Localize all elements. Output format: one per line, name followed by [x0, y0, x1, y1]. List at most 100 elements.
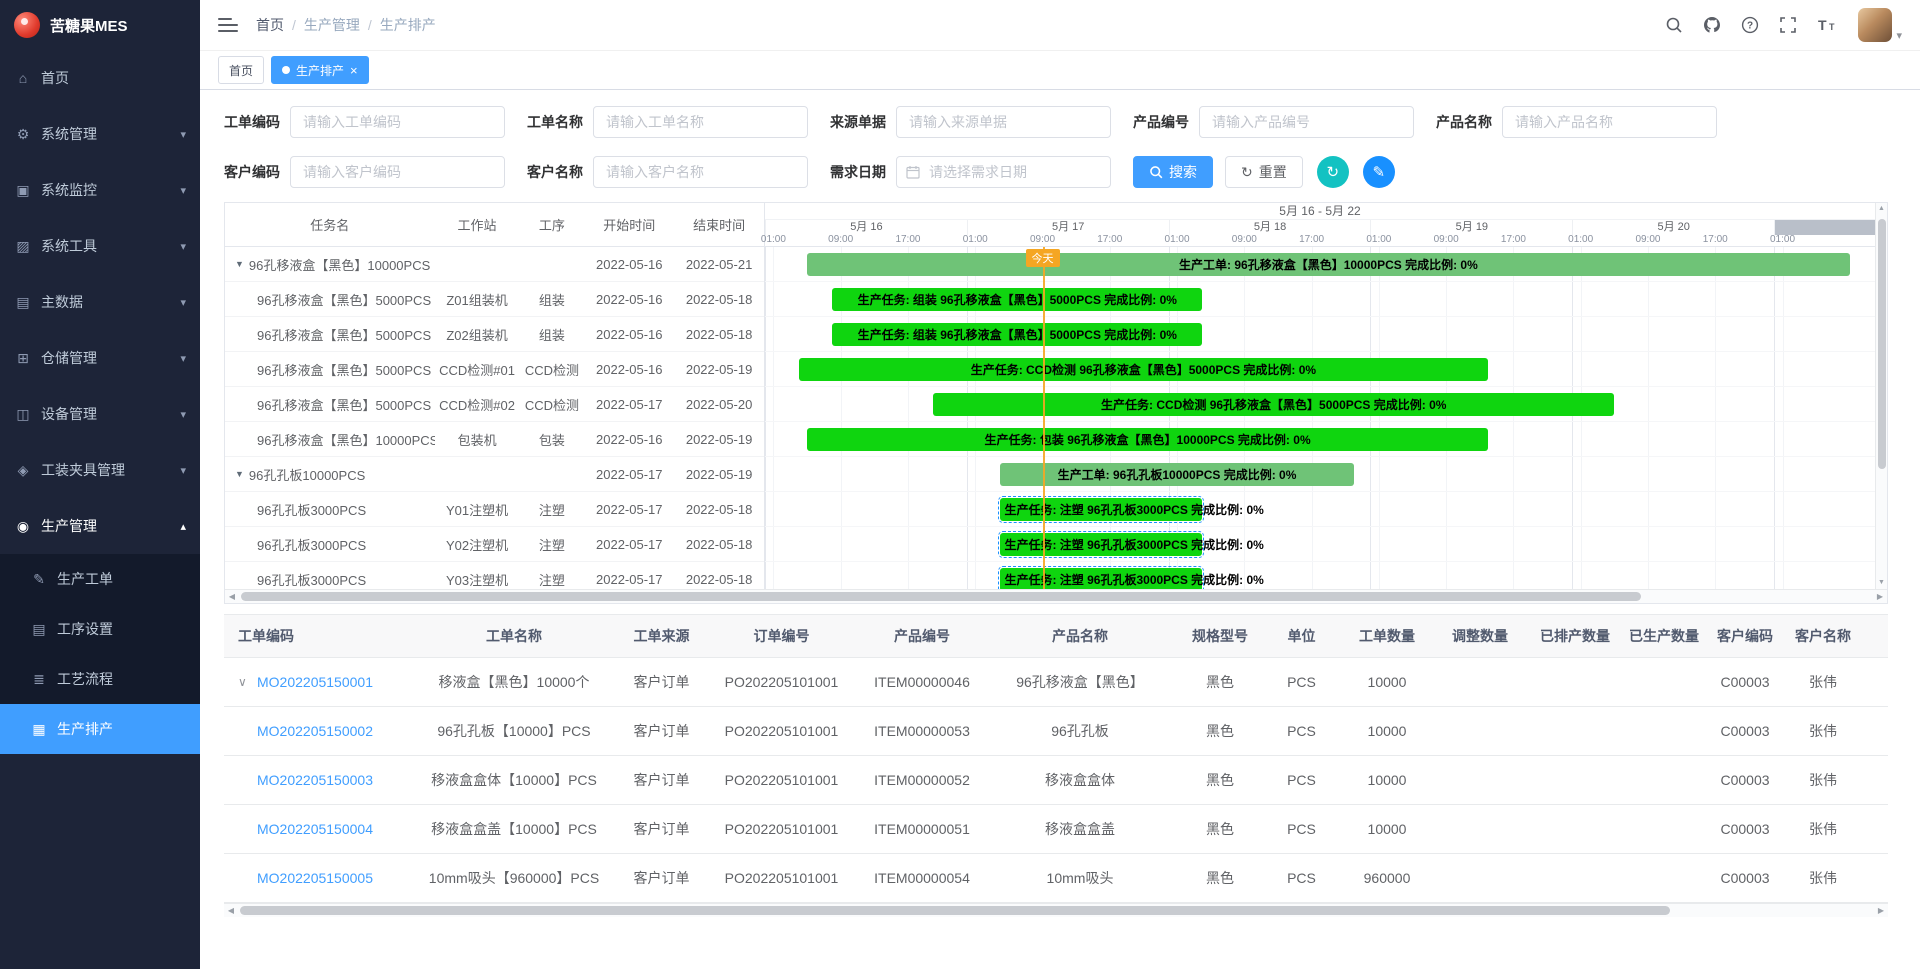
- gantt-task-row[interactable]: ▼96孔移液盒【黑色】10000PCS2022-05-162022-05-21: [225, 247, 764, 282]
- workstation-cell: Y01注塑机: [435, 500, 520, 519]
- sidebar-item-production-work-order[interactable]: ✎生产工单: [0, 554, 200, 604]
- sidebar-item-equipment-management[interactable]: ◫设备管理▾: [0, 386, 200, 442]
- sidebar-item-master-data[interactable]: ▤主数据▾: [0, 274, 200, 330]
- scroll-thumb[interactable]: [241, 592, 1641, 601]
- text-input-source-document[interactable]: [896, 106, 1111, 138]
- orders-horizontal-scrollbar[interactable]: ◀ ▶: [224, 903, 1888, 917]
- user-menu[interactable]: ▾: [1858, 8, 1902, 42]
- sidebar-item-process-flow[interactable]: ≣工艺流程: [0, 654, 200, 704]
- orders-cell: C00003: [1707, 853, 1783, 902]
- table-row[interactable]: MO20220515000296孔孔板【10000】PCS客户订单PO20220…: [224, 706, 1888, 755]
- scroll-right-arrow[interactable]: ▶: [1874, 904, 1888, 918]
- filter-label-customer-name: 客户名称: [527, 162, 583, 182]
- date-input-demand-date[interactable]: [896, 156, 1111, 188]
- orders-column-header: 产品编号: [864, 615, 980, 657]
- sidebar-item-warehouse-management[interactable]: ⊞仓储管理▾: [0, 330, 200, 386]
- scroll-down-arrow[interactable]: ▼: [1876, 577, 1887, 589]
- gantt-bar[interactable]: 生产任务: 注塑 96孔孔板3000PCS 完成比例: 0%: [1000, 498, 1202, 521]
- table-row[interactable]: ∨MO202205150001移液盒【黑色】10000个客户订单PO202205…: [224, 657, 1888, 706]
- sidebar-subitem-label: 生产工单: [57, 569, 186, 589]
- caret-down-icon[interactable]: ∨: [238, 675, 250, 689]
- sidebar-item-label: 首页: [41, 68, 186, 88]
- tab-首页[interactable]: 首页: [218, 56, 264, 84]
- gantt-task-row[interactable]: 96孔孔板3000PCSY03注塑机注塑2022-05-172022-05-18: [225, 562, 764, 589]
- avatar[interactable]: [1858, 8, 1892, 42]
- gantt-bar[interactable]: 生产任务: 包装 96孔移液盒【黑色】10000PCS 完成比例: 0%: [807, 428, 1488, 451]
- text-input-customer-name[interactable]: [593, 156, 808, 188]
- chevron-down-icon: ▾: [180, 352, 186, 365]
- work-order-link[interactable]: MO202205150004: [257, 821, 373, 837]
- scroll-thumb[interactable]: [1878, 219, 1886, 469]
- breadcrumb-item[interactable]: 生产管理: [304, 15, 360, 35]
- scroll-up-arrow[interactable]: ▲: [1876, 203, 1887, 215]
- gantt-vertical-scrollbar[interactable]: ▲ ▼: [1875, 203, 1887, 589]
- work-order-link[interactable]: MO202205150003: [257, 772, 373, 788]
- gantt-bar[interactable]: 生产任务: CCD检测 96孔移液盒【黑色】5000PCS 完成比例: 0%: [933, 393, 1614, 416]
- refresh-circle-button[interactable]: ↻: [1317, 156, 1349, 188]
- gantt-row-band: [765, 562, 1875, 589]
- work-order-link[interactable]: MO202205150002: [257, 723, 373, 739]
- edit-circle-button[interactable]: ✎: [1363, 156, 1395, 188]
- help-icon[interactable]: ?: [1741, 16, 1759, 34]
- gantt-task-row[interactable]: 96孔移液盒【黑色】10000PCS包装机包装2022-05-162022-05…: [225, 422, 764, 457]
- tab-生产排产[interactable]: 生产排产×: [271, 56, 369, 84]
- gantt-task-row[interactable]: 96孔移液盒【黑色】5000PCSCCD检测#01CCD检测2022-05-16…: [225, 352, 764, 387]
- sidebar-item-system-tools[interactable]: ▨系统工具▾: [0, 218, 200, 274]
- caret-down-icon[interactable]: ▼: [235, 469, 244, 479]
- breadcrumb-item[interactable]: 首页: [256, 15, 284, 35]
- scroll-left-arrow[interactable]: ◀: [224, 904, 238, 918]
- gantt-bar[interactable]: 生产任务: 注塑 96孔孔板3000PCS 完成比例: 0%: [1000, 568, 1202, 589]
- text-input-product-name[interactable]: [1502, 106, 1717, 138]
- sidebar-item-system-management[interactable]: ⚙系统管理▾: [0, 106, 200, 162]
- table-row[interactable]: MO20220515000510mm吸头【960000】PCS客户订单PO202…: [224, 853, 1888, 902]
- gantt-task-row[interactable]: 96孔孔板3000PCSY01注塑机注塑2022-05-172022-05-18: [225, 492, 764, 527]
- text-input-work-order-code[interactable]: [290, 106, 505, 138]
- github-icon[interactable]: [1703, 16, 1721, 34]
- sidebar-item-system-monitor[interactable]: ▣系统监控▾: [0, 162, 200, 218]
- work-order-code-cell: MO202205150003: [224, 755, 404, 804]
- gantt-bar[interactable]: 生产任务: 注塑 96孔孔板3000PCS 完成比例: 0%: [1000, 533, 1202, 556]
- sidebar-item-fixture-management[interactable]: ◈工装夹具管理▾: [0, 442, 200, 498]
- fullscreen-icon[interactable]: [1779, 16, 1797, 34]
- gantt-task-row[interactable]: 96孔移液盒【黑色】5000PCSCCD检测#02CCD检测2022-05-17…: [225, 387, 764, 422]
- gantt-task-row[interactable]: 96孔孔板3000PCSY02注塑机注塑2022-05-172022-05-18: [225, 527, 764, 562]
- sidebar-item-production-management[interactable]: ◉生产管理▴: [0, 498, 200, 554]
- text-input-product-code[interactable]: [1199, 106, 1414, 138]
- app-logo[interactable]: 苦糖果MES: [0, 0, 200, 50]
- text-input-work-order-name[interactable]: [593, 106, 808, 138]
- table-row[interactable]: MO202205150003移液盒盒体【10000】PCS客户订单PO20220…: [224, 755, 1888, 804]
- sidebar-item-home[interactable]: ⌂首页: [0, 50, 200, 106]
- scroll-left-arrow[interactable]: ◀: [225, 590, 239, 604]
- work-order-link[interactable]: MO202205150005: [257, 870, 373, 886]
- search-icon[interactable]: [1665, 16, 1683, 34]
- sidebar-item-production-scheduling[interactable]: ▦生产排产: [0, 704, 200, 754]
- chevron-down-icon: ▾: [180, 184, 186, 197]
- gantt-bar[interactable]: 生产工单: 96孔移液盒【黑色】10000PCS 完成比例: 0%: [807, 253, 1850, 276]
- workstation-cell: CCD检测#01: [435, 360, 520, 379]
- text-input-customer-code[interactable]: [290, 156, 505, 188]
- caret-down-icon[interactable]: ▼: [235, 259, 244, 269]
- gantt-bar[interactable]: 生产任务: 组装 96孔移液盒【黑色】5000PCS 完成比例: 0%: [832, 323, 1202, 346]
- sidebar-item-process-settings[interactable]: ▤工序设置: [0, 604, 200, 654]
- scroll-thumb[interactable]: [240, 906, 1670, 915]
- orders-cell: 黑色: [1180, 706, 1260, 755]
- gantt-bar[interactable]: 生产任务: CCD检测 96孔移液盒【黑色】5000PCS 完成比例: 0%: [799, 358, 1489, 381]
- orders-column-header: 工单数量: [1343, 615, 1431, 657]
- work-order-link[interactable]: MO202205150001: [257, 674, 373, 690]
- table-row[interactable]: MO202205150004移液盒盒盖【10000】PCS客户订单PO20220…: [224, 804, 1888, 853]
- gantt-task-row[interactable]: ▼96孔孔板10000PCS2022-05-172022-05-19: [225, 457, 764, 492]
- gantt-bar[interactable]: 生产任务: 组装 96孔移液盒【黑色】5000PCS 完成比例: 0%: [832, 288, 1202, 311]
- today-line: [1043, 247, 1045, 589]
- filter-row-1: 工单编码工单名称来源单据产品编号产品名称: [224, 106, 1896, 138]
- search-button[interactable]: 搜索: [1133, 156, 1213, 188]
- gantt-bar[interactable]: 生产工单: 96孔孔板10000PCS 完成比例: 0%: [1000, 463, 1353, 486]
- font-size-icon[interactable]: TT: [1817, 16, 1838, 34]
- reset-button[interactable]: ↻ 重置: [1225, 156, 1303, 188]
- sidebar-toggle-button[interactable]: [218, 18, 238, 32]
- scroll-right-arrow[interactable]: ▶: [1873, 590, 1887, 604]
- gantt-task-row[interactable]: 96孔移液盒【黑色】5000PCSZ02组装机组装2022-05-162022-…: [225, 317, 764, 352]
- gantt-task-row[interactable]: 96孔移液盒【黑色】5000PCSZ01组装机组装2022-05-162022-…: [225, 282, 764, 317]
- close-icon[interactable]: ×: [350, 64, 358, 77]
- gantt-horizontal-scrollbar[interactable]: ◀ ▶: [225, 589, 1887, 603]
- orders-cell: [1529, 853, 1621, 902]
